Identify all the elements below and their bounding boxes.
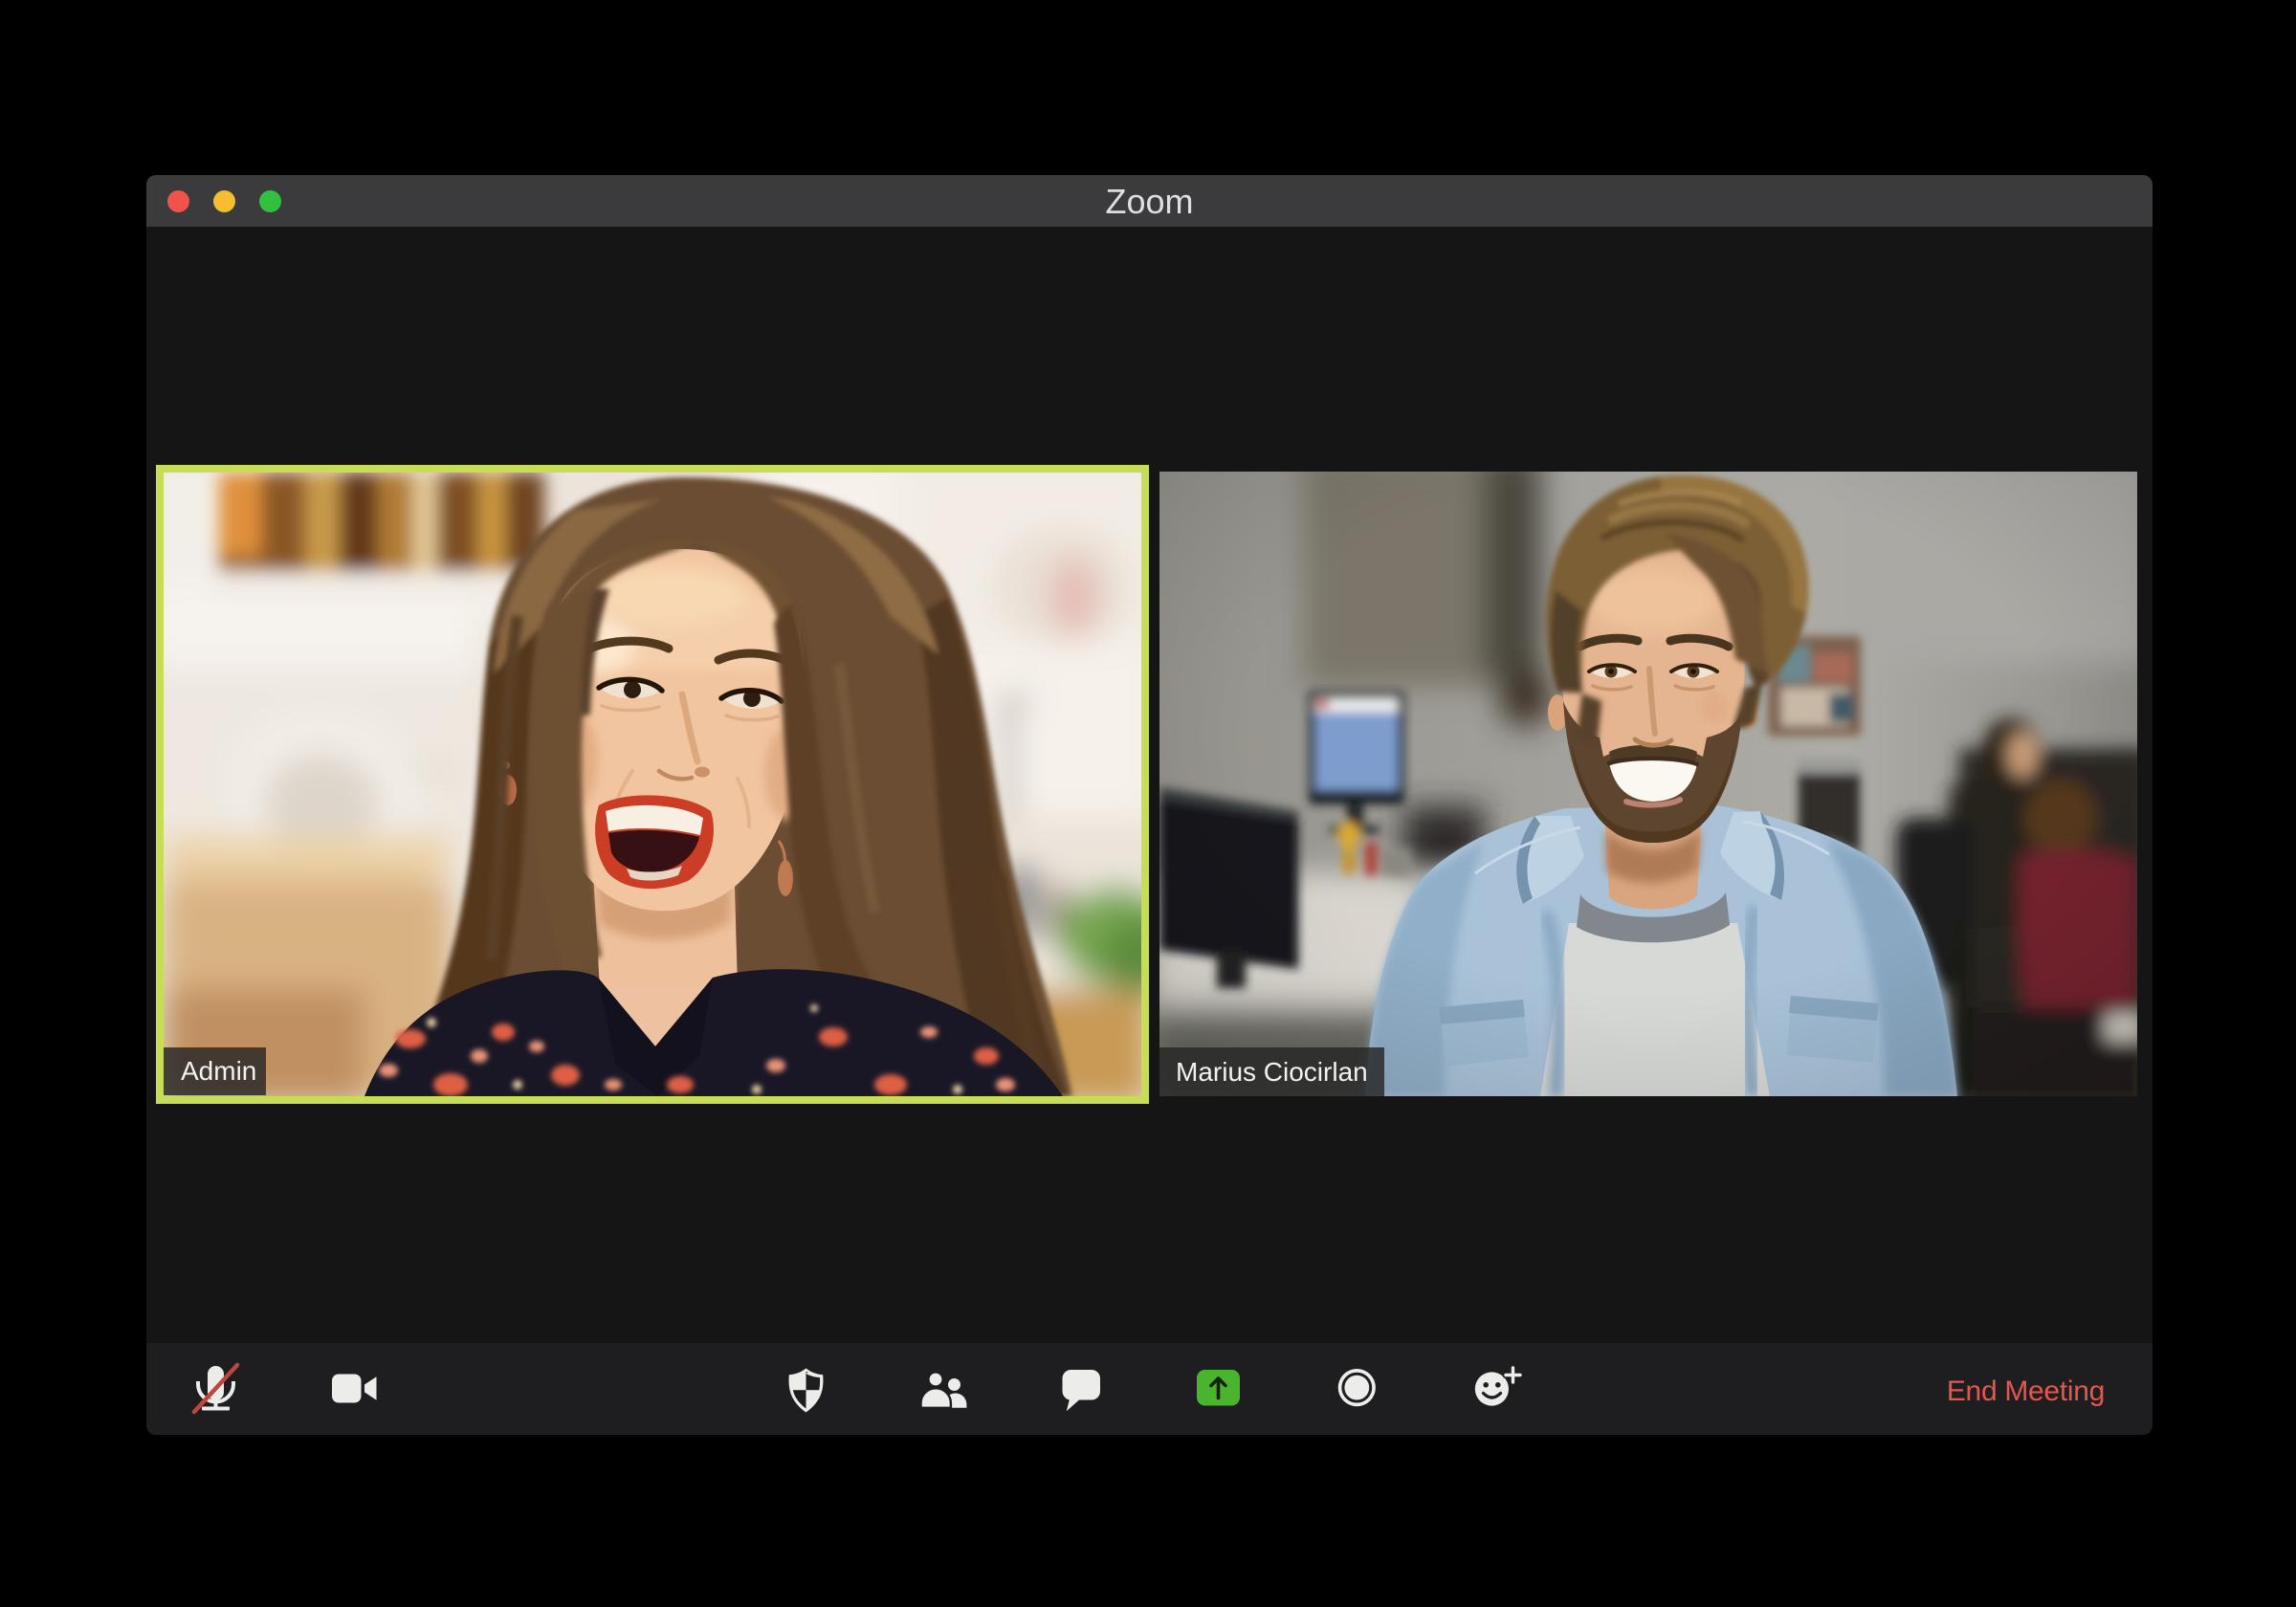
svg-text:End Meeting: End Meeting [1947, 1376, 2105, 1407]
